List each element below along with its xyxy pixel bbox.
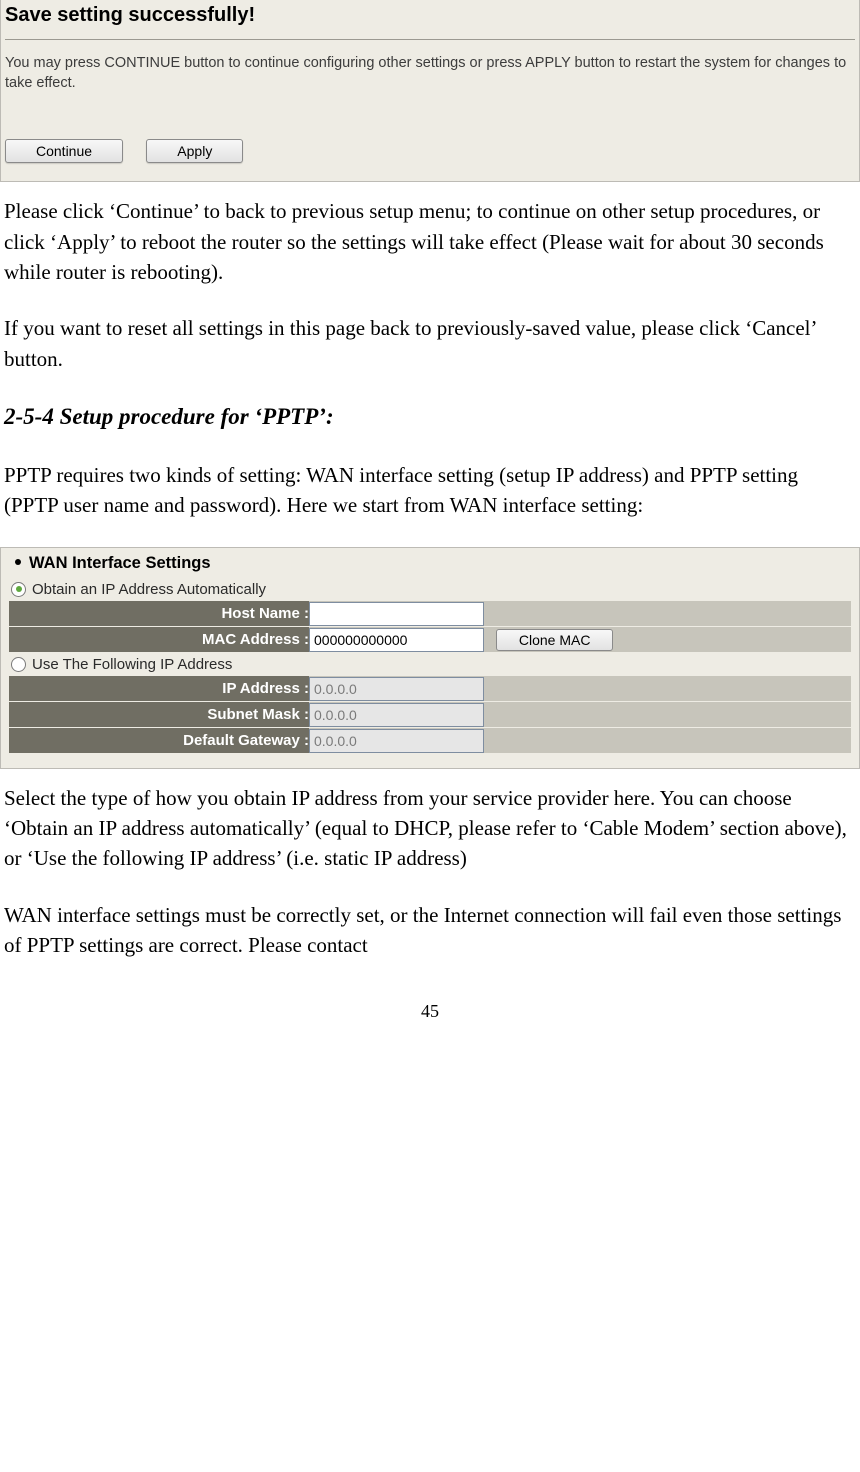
subnet-mask-cell [309,701,851,727]
wan-interface-title: WAN Interface Settings [9,554,851,578]
save-setting-buttons: Continue Apply [5,137,855,167]
document-body: Please click ‘Continue’ to back to previ… [0,196,860,520]
mac-address-cell: Clone MAC [309,626,851,652]
subnet-mask-label: Subnet Mask : [9,701,309,727]
wan-static-table: IP Address : Subnet Mask : Default Gatew… [9,676,851,754]
paragraph-select-type: Select the type of how you obtain IP add… [4,783,856,874]
ip-address-row: IP Address : [9,676,851,702]
save-setting-desc: You may press CONTINUE button to continu… [5,54,855,93]
radio-obtain-auto-label: Obtain an IP Address Automatically [32,581,266,598]
mac-address-input[interactable] [309,628,484,652]
ip-address-label: IP Address : [9,676,309,702]
apply-button[interactable]: Apply [146,139,243,163]
radio-dot-icon [16,586,22,592]
default-gateway-row: Default Gateway : [9,727,851,753]
radio-obtain-auto[interactable] [11,582,26,597]
host-name-label: Host Name : [9,601,309,627]
default-gateway-label: Default Gateway : [9,727,309,753]
radio-obtain-auto-row[interactable]: Obtain an IP Address Automatically [9,578,851,601]
radio-static[interactable] [11,657,26,672]
wan-title-text: WAN Interface Settings [29,554,211,572]
bullet-icon [15,559,21,565]
ip-address-input[interactable] [309,677,484,701]
page-number: 45 [0,1001,860,1030]
paragraph-pptp-intro: PPTP requires two kinds of setting: WAN … [4,460,856,521]
radio-static-row[interactable]: Use The Following IP Address [9,653,851,676]
continue-button[interactable]: Continue [5,139,123,163]
section-heading-pptp: 2-5-4 Setup procedure for ‘PPTP’: [4,400,856,433]
subnet-mask-row: Subnet Mask : [9,701,851,727]
clone-mac-button[interactable]: Clone MAC [496,629,614,651]
host-name-row: Host Name : [9,601,851,627]
document-body-lower: Select the type of how you obtain IP add… [0,783,860,961]
radio-static-label: Use The Following IP Address [32,656,232,673]
default-gateway-input[interactable] [309,729,484,753]
wan-auto-table: Host Name : MAC Address : Clone MAC [9,601,851,653]
wan-interface-panel: WAN Interface Settings Obtain an IP Addr… [0,547,860,769]
paragraph-continue-apply: Please click ‘Continue’ to back to previ… [4,196,856,287]
default-gateway-cell [309,727,851,753]
host-name-cell [309,601,851,627]
paragraph-cancel: If you want to reset all settings in thi… [4,313,856,374]
host-name-input[interactable] [309,602,484,626]
ip-address-cell [309,676,851,702]
mac-address-row: MAC Address : Clone MAC [9,626,851,652]
paragraph-wan-warning: WAN interface settings must be correctly… [4,900,856,961]
save-setting-panel: Save setting successfully! You may press… [0,0,860,182]
save-setting-title: Save setting successfully! [5,0,855,40]
subnet-mask-input[interactable] [309,703,484,727]
mac-address-label: MAC Address : [9,626,309,652]
